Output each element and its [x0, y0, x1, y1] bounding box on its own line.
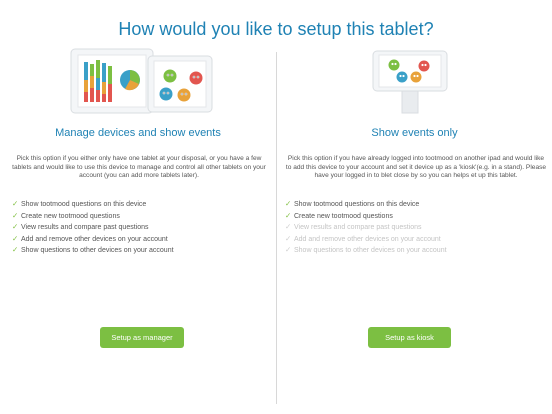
check-icon: ✓	[285, 233, 292, 243]
manager-heading: Manage devices and show events	[55, 127, 221, 139]
kiosk-option: Show events only Pick this option if you…	[277, 0, 552, 414]
check-icon: ✓	[285, 245, 292, 255]
manager-tablets-illustration	[70, 48, 213, 114]
feature-item-disabled: ✓ View results and compare past questions	[285, 222, 422, 232]
check-icon: ✓	[12, 245, 19, 255]
check-icon: ✓	[285, 199, 292, 208]
feature-item-disabled: ✓ Add and remove other devices on your ac…	[285, 233, 441, 243]
manager-option: Manage devices and show events Pick this…	[0, 0, 276, 414]
kiosk-stand-illustration	[372, 50, 448, 114]
kiosk-description: Pick this option if you have already log…	[285, 155, 547, 180]
check-icon: ✓	[12, 222, 19, 232]
feature-item: ✓ View results and compare past questions	[12, 222, 149, 232]
feature-item: ✓ Create new tootmood questions	[285, 210, 393, 220]
kiosk-feature-list: ✓ Show tootmood questions on this device …	[285, 198, 447, 256]
setup-as-manager-button[interactable]: Setup as manager	[100, 327, 184, 348]
feature-item: ✓ Show tootmood questions on this device	[285, 199, 420, 208]
check-icon: ✓	[285, 210, 292, 220]
feature-item: ✓ Show tootmood questions on this device	[12, 199, 147, 208]
check-icon: ✓	[285, 222, 292, 232]
feature-item: ✓ Create new tootmood questions	[12, 210, 120, 220]
kiosk-heading: Show events only	[371, 127, 458, 139]
feature-item: ✓ Show questions to other devices on your…	[12, 245, 174, 255]
manager-feature-list: ✓ Show tootmood questions on this device …	[12, 198, 174, 256]
check-icon: ✓	[12, 199, 19, 208]
manager-description: Pick this option if you either only have…	[12, 155, 266, 180]
setup-as-kiosk-button[interactable]: Setup as kiosk	[368, 327, 451, 348]
check-icon: ✓	[12, 233, 19, 243]
feature-item: ✓ Add and remove other devices on your ac…	[12, 233, 168, 243]
check-icon: ✓	[12, 210, 19, 220]
feature-item-disabled: ✓ Show questions to other devices on your…	[285, 245, 447, 255]
